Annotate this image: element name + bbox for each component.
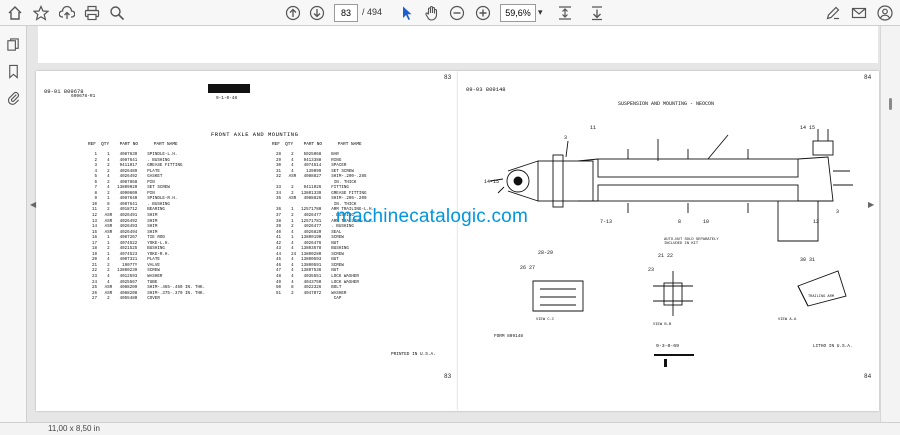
- zoom-dropdown-caret[interactable]: ▾: [538, 7, 543, 18]
- svg-text:14-15: 14-15: [484, 179, 499, 185]
- document-viewer[interactable]: 83 09-01 809678 609678-R1 9-1-0-48 FRONT…: [28, 26, 880, 422]
- bookmarks-icon[interactable]: [5, 63, 22, 80]
- view-c-c-label: VIEW C-C: [536, 318, 555, 322]
- svg-text:14 15: 14 15: [800, 125, 815, 131]
- suspension-exploded-drawing: 11 14 15 14-15 7-13 8 10 12 3 3 28-29 26…: [484, 125, 853, 316]
- account-icon[interactable]: [876, 4, 894, 22]
- svg-text:3: 3: [564, 135, 567, 141]
- page-number-top: 84: [864, 74, 872, 81]
- section-code: 09-03 809148: [466, 86, 506, 93]
- page-number-bottom: 84: [864, 373, 872, 380]
- home-icon[interactable]: [6, 4, 24, 22]
- edit-sign-icon[interactable]: [824, 4, 842, 22]
- header-code-mid: 9-1-0-48: [216, 96, 238, 101]
- form-number: 609678-R1: [71, 94, 96, 99]
- parts-list-title: FRONT AXLE AND MOUNTING: [211, 131, 299, 138]
- left-sidebar: [0, 26, 27, 422]
- column-headers-b: REF QTY PART NO PART NAME: [272, 142, 362, 147]
- watermark-text: machinecatalogic.com: [336, 206, 528, 227]
- svg-text:10: 10: [703, 219, 709, 225]
- trailing-arm-label: TRAILING ARM: [808, 295, 834, 299]
- code-underline: [654, 354, 694, 356]
- next-page-icon[interactable]: [308, 4, 326, 22]
- search-icon[interactable]: [108, 4, 126, 22]
- select-cursor-icon[interactable]: [398, 4, 416, 22]
- svg-text:11: 11: [590, 125, 596, 131]
- bookmark-star-icon[interactable]: [32, 4, 50, 22]
- share-mail-icon[interactable]: [850, 4, 868, 22]
- hand-tool-icon[interactable]: [423, 4, 441, 22]
- litho-in-usa: LITHO IN U.S.A.: [813, 344, 853, 349]
- code-mark: [664, 359, 667, 367]
- previous-page-icon[interactable]: [284, 4, 302, 22]
- vertical-scrollbar[interactable]: [880, 26, 900, 422]
- form-number: FORM 809148: [494, 334, 523, 339]
- page-number-input[interactable]: 83: [334, 4, 358, 22]
- svg-text:26 27: 26 27: [520, 265, 535, 271]
- kit-note: AUTO-NUT SOLD SEPARATELY INCLUDED IN KIT: [664, 238, 719, 246]
- page-number-top: 83: [444, 74, 452, 81]
- previous-page-bottom: [38, 26, 878, 63]
- svg-text:3: 3: [836, 209, 839, 215]
- page-total-label: / 494: [362, 7, 383, 17]
- toolbar: 83 / 494 59,6% ▾: [0, 0, 900, 26]
- column-headers-a: REF QTY PART NO PART NAME: [88, 142, 178, 147]
- svg-text:23: 23: [648, 267, 654, 273]
- parts-list-column-a: 1 1 4087639 SPINDLE-L.H. 2 4 4087641 . B…: [92, 153, 206, 302]
- svg-text:21 22: 21 22: [658, 253, 673, 259]
- cloud-upload-icon[interactable]: [58, 4, 76, 22]
- page-number-bottom: 83: [444, 373, 452, 380]
- download-icon[interactable]: [588, 4, 606, 22]
- svg-text:7-13: 7-13: [600, 219, 612, 225]
- status-bar: 11,00 x 8,50 in: [0, 422, 900, 435]
- svg-text:8: 8: [678, 219, 681, 225]
- printed-in-usa: PRINTED IN U.S.A.: [391, 352, 436, 357]
- attachments-icon[interactable]: [5, 89, 22, 106]
- scroll-left-arrow[interactable]: ◀: [30, 200, 36, 209]
- view-b-b-label: VIEW B-B: [653, 323, 672, 327]
- zoom-out-icon[interactable]: [448, 4, 466, 22]
- print-icon[interactable]: [83, 4, 101, 22]
- zoom-level-input[interactable]: 59,6%: [500, 4, 536, 22]
- page-size-label: 11,00 x 8,50 in: [48, 424, 100, 433]
- page-layout-icon[interactable]: [556, 4, 574, 22]
- svg-text:28-29: 28-29: [538, 250, 553, 256]
- pdf-page-right: 84 09-03 809148 SUSPENSION AND MOUNTING …: [458, 71, 879, 411]
- drawing-title: SUSPENSION AND MOUNTING - NEOCON: [618, 101, 715, 107]
- svg-text:30 31: 30 31: [800, 257, 815, 263]
- ink-smudge: [208, 84, 250, 93]
- scrollbar-thumb[interactable]: [889, 98, 892, 110]
- drawing-code: 9-3-0-69: [656, 344, 680, 349]
- pdf-page-left: 83 09-01 809678 609678-R1 9-1-0-48 FRONT…: [36, 71, 458, 411]
- scroll-right-arrow[interactable]: ▶: [868, 200, 874, 209]
- svg-text:12: 12: [813, 219, 819, 225]
- view-a-a-label: VIEW A-A: [778, 318, 797, 322]
- page-thumbnails-icon[interactable]: [5, 36, 22, 53]
- zoom-in-icon[interactable]: [474, 4, 492, 22]
